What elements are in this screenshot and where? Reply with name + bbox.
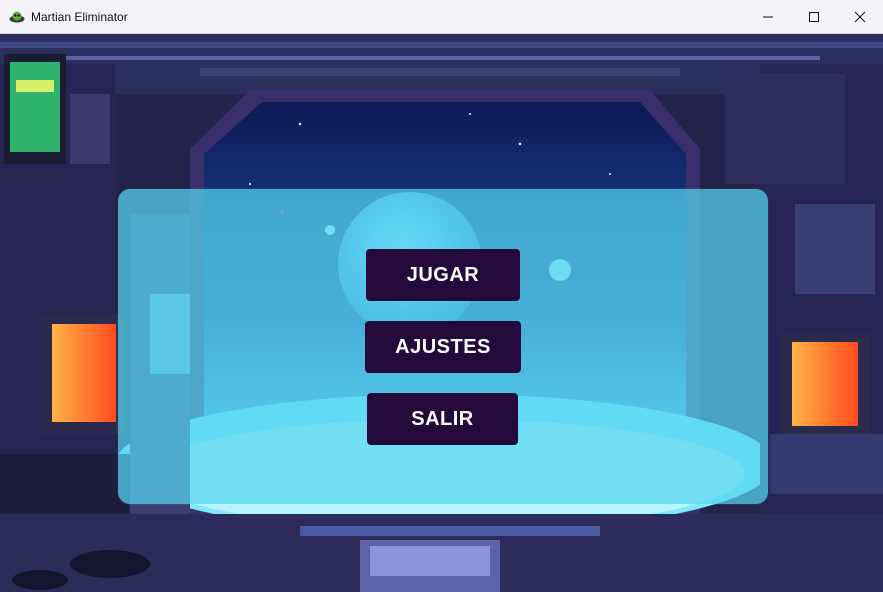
close-button[interactable] (837, 0, 883, 33)
window-controls (745, 0, 883, 33)
maximize-button[interactable] (791, 0, 837, 33)
alien-app-icon (9, 11, 25, 22)
maximize-icon (809, 11, 819, 22)
exit-button[interactable]: SALIR (367, 393, 518, 445)
minimize-button[interactable] (745, 0, 791, 33)
window-title: Martian Eliminator (31, 9, 128, 24)
title-bar: Martian Eliminator (0, 0, 883, 34)
close-icon (854, 11, 866, 22)
minimize-icon (763, 16, 773, 17)
settings-button[interactable]: AJUSTES (365, 321, 521, 373)
main-menu-panel: JUGAR AJUSTES SALIR (118, 189, 768, 504)
play-button[interactable]: JUGAR (366, 249, 520, 301)
game-scene: JUGAR AJUSTES SALIR (0, 34, 883, 592)
